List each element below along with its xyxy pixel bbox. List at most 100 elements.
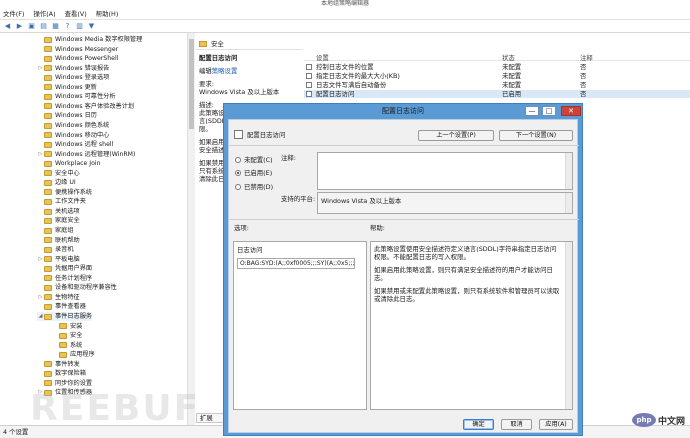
next-setting-button[interactable]: 下一个设置(N) <box>499 130 573 141</box>
tree-item-label: 联机帮助 <box>55 236 80 244</box>
help-scrollbar[interactable] <box>565 242 572 409</box>
tree-item[interactable]: Windows 客户体验改善计划 <box>37 102 134 111</box>
list-cell-comment: 否 <box>580 90 587 98</box>
show-tree-icon[interactable]: ▤ <box>39 22 48 31</box>
tree-item[interactable]: Windows 颜色系统 <box>37 121 109 130</box>
list-row[interactable]: 配置日志访问 已启用 否 <box>304 90 690 98</box>
tree-item[interactable]: 联机帮助 <box>37 236 80 245</box>
tree-item[interactable]: 数字保险箱 <box>37 369 86 378</box>
policy-setting-icon <box>234 130 243 139</box>
log-access-input[interactable]: O:BAG:SYD:(A;;0xf0005;;;SY)(A;;0x5;;;BA) <box>237 258 355 269</box>
tree-item[interactable]: ▷ Windows 远程管理(WinRM) <box>37 150 136 159</box>
tree-item[interactable]: 同步你的设置 <box>37 379 92 388</box>
column-state[interactable]: 状态 <box>502 53 515 62</box>
cancel-button[interactable]: 取消 <box>501 419 532 430</box>
tree-item[interactable]: Workplace Join <box>37 159 101 168</box>
apply-button[interactable]: 应用(A) <box>539 419 573 430</box>
close-button[interactable]: ✕ <box>561 106 581 116</box>
expand-icon[interactable]: ▷ <box>37 293 44 302</box>
tree-item[interactable]: 家庭组 <box>37 226 74 235</box>
tree-item[interactable]: 安全 <box>52 331 82 340</box>
tree-item[interactable]: Windows 更新 <box>37 83 97 92</box>
menu-view[interactable]: 查看(V) <box>65 9 87 18</box>
edit-policy-link[interactable]: 策略设置 <box>212 67 238 75</box>
menu-help[interactable]: 帮助(H) <box>96 9 119 18</box>
minimize-button[interactable]: — <box>525 106 539 116</box>
tab-extended[interactable]: 扩展 <box>196 413 224 423</box>
filter-icon[interactable]: ▼ <box>87 22 96 31</box>
tree-item[interactable]: 便携操作系统 <box>37 188 92 197</box>
list-row[interactable]: 日志文件写满后自动备份 未配置 否 <box>304 81 690 89</box>
forward-arrow-icon[interactable]: ▶ <box>15 22 24 31</box>
tree-item[interactable]: Windows PowerShell <box>37 54 118 63</box>
tree-item[interactable]: 凭据用户界面 <box>37 264 92 273</box>
tree-item[interactable]: Windows 远程 shell <box>37 140 113 149</box>
tree-item[interactable]: Windows 登录选项 <box>37 73 109 82</box>
tree-item[interactable]: 家庭安全 <box>37 216 80 225</box>
tree-item[interactable]: 安装 <box>52 322 82 331</box>
radio-disabled-dot[interactable] <box>235 183 241 190</box>
menu-action[interactable]: 操作(A) <box>33 9 55 18</box>
maximize-button[interactable]: □ <box>542 106 556 116</box>
back-arrow-icon[interactable]: ◀ <box>3 22 12 31</box>
supported-scrollbar[interactable] <box>565 193 572 213</box>
folder-icon <box>44 93 52 100</box>
window-title: 本地组策略编辑器 <box>0 0 690 8</box>
list-cell-state: 未配置 <box>502 63 522 71</box>
radio-enabled-dot[interactable] <box>235 169 241 176</box>
ok-button[interactable]: 确定 <box>463 419 494 430</box>
expand-icon[interactable]: ▷ <box>37 64 44 73</box>
site-badge: php 中文网 <box>632 410 690 430</box>
tree-item-label: 任务计划程序 <box>55 274 93 282</box>
tree-item[interactable]: Windows Media 数字权限管理 <box>37 35 142 44</box>
tree-item[interactable]: 关机选项 <box>37 207 80 216</box>
tree-item[interactable]: Windows 日历 <box>37 111 97 120</box>
tree-item[interactable]: 设备和驱动程序兼容性 <box>37 283 117 292</box>
tree-item[interactable]: 安全中心 <box>37 169 80 178</box>
list-cell-setting: 指定日志文件的最大大小(KB) <box>316 72 400 80</box>
tree-item[interactable]: 任务计划程序 <box>37 274 92 283</box>
tree-item[interactable]: 事件转发 <box>37 360 80 369</box>
tree-scrollbar[interactable] <box>187 33 195 425</box>
radio-enabled[interactable]: 已启用(E) <box>235 168 272 177</box>
radio-not-configured-dot[interactable] <box>235 156 241 163</box>
radio-not-configured[interactable]: 未配置(C) <box>235 155 273 164</box>
help-label: 帮助: <box>370 224 385 232</box>
help-pane: 此策略设置使用安全描述符定义语言(SDDL)字符串指定日志访问权限。不能配置日志… <box>370 241 573 410</box>
tree-item[interactable]: Windows Messenger <box>37 45 118 54</box>
column-setting[interactable]: 设置 <box>316 53 329 62</box>
radio-disabled[interactable]: 已禁用(D) <box>235 182 273 191</box>
collapse-icon[interactable]: ◢ <box>37 312 44 321</box>
policy-tree[interactable]: Windows Media 数字权限管理 Windows Messenger Win… <box>0 33 195 425</box>
up-folder-icon[interactable]: ▣ <box>27 22 36 31</box>
tree-item[interactable]: 系统 <box>52 341 82 350</box>
tree-item[interactable]: 应用程序 <box>52 350 95 359</box>
tree-item[interactable]: ▷ 生物特征 <box>37 293 80 302</box>
tree-item[interactable]: 边缘 UI <box>37 178 76 187</box>
list-row[interactable]: 指定日志文件的最大大小(KB) 未配置 否 <box>304 72 690 80</box>
help-paragraph: 如果禁用或未配置此策略设置，则只有系统软件和管理员可以读取或清除此日志。 <box>374 287 560 303</box>
help-icon[interactable]: ? <box>63 22 72 31</box>
menu-file[interactable]: 文件(F) <box>3 9 24 18</box>
tree-item[interactable]: 工作文件夹 <box>37 197 86 206</box>
radio-not-configured-label: 未配置(C) <box>244 156 273 164</box>
tree-scroll-thumb[interactable] <box>189 39 194 129</box>
expand-icon[interactable]: ▷ <box>37 150 44 159</box>
prev-setting-button[interactable]: 上一个设置(P) <box>418 130 494 141</box>
tree-item[interactable]: Windows 移动中心 <box>37 131 109 140</box>
tree-item[interactable]: ▷ 平板电脑 <box>37 255 80 264</box>
tree-item[interactable]: 事件查看器 <box>37 302 86 311</box>
comment-scrollbar[interactable] <box>565 153 572 189</box>
policy-setting-icon <box>306 91 312 97</box>
expand-icon[interactable]: ▷ <box>37 255 44 264</box>
properties-icon[interactable]: ▦ <box>51 22 60 31</box>
tree-item[interactable]: ▷ Windows 错误报告 <box>37 64 110 73</box>
comment-field[interactable] <box>317 152 573 190</box>
column-comment[interactable]: 注释 <box>580 53 593 62</box>
tree-item[interactable]: Windows 可靠性分析 <box>37 92 116 101</box>
view-icon[interactable]: ▥ <box>75 22 84 31</box>
tree-item[interactable]: 录音机 <box>37 245 74 254</box>
tree-item-label: 便携操作系统 <box>55 188 93 196</box>
tree-item[interactable]: ◢ 事件日志服务 <box>37 311 93 322</box>
list-row[interactable]: 控制日志文件的位置 未配置 否 <box>304 63 690 71</box>
